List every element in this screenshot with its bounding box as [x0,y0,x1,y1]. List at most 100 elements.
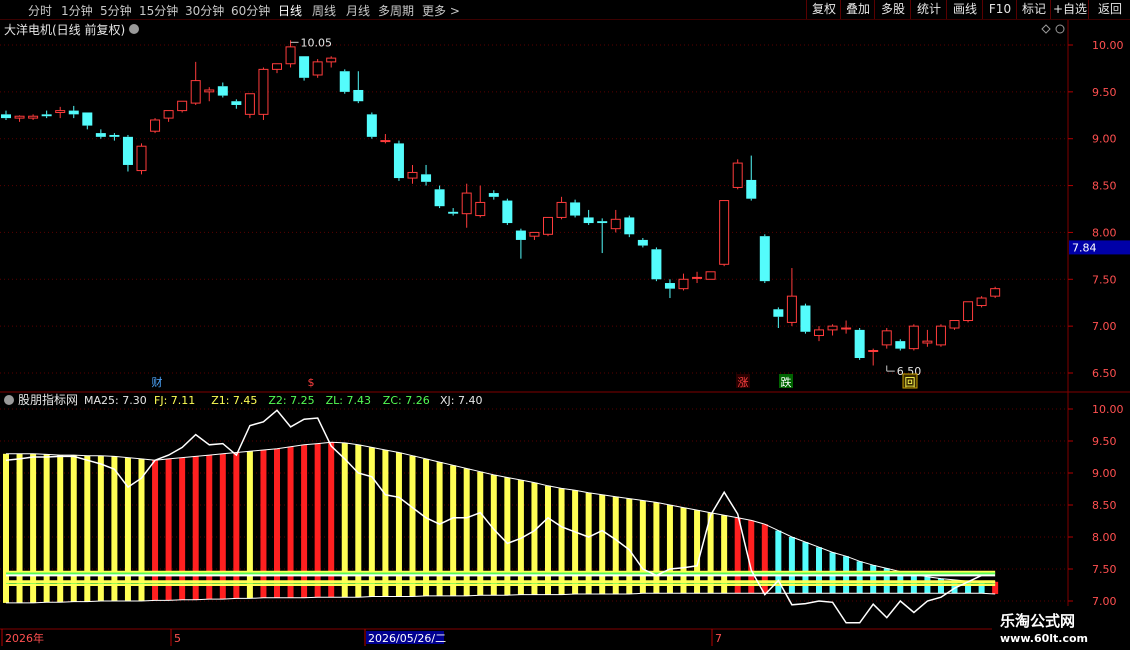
candle-9[interactable] [122,134,133,172]
candle-14[interactable] [190,61,201,105]
timeframe-0[interactable]: 分时 [28,2,52,19]
toolbar-btn-1[interactable]: 叠加 [840,0,875,19]
candle-67[interactable] [908,324,919,351]
ind-price-tick: 10.00 [1092,403,1124,416]
candle-0[interactable] [1,110,11,120]
candle-64[interactable] [868,348,879,366]
candle-44[interactable] [597,218,608,254]
candle-56[interactable] [759,234,770,284]
toolbar-btn-2[interactable]: 多股 [874,0,911,19]
toolbar-btn-3[interactable]: 统计 [910,0,947,19]
candle-22[interactable] [299,56,310,81]
candle-21[interactable] [285,40,296,68]
candle-39[interactable] [529,231,540,240]
candle-13[interactable] [177,100,188,113]
candle-46[interactable] [624,215,635,238]
toolbar-btn-0[interactable]: 复权 [806,0,841,19]
candle-33[interactable] [448,208,459,216]
timeframe-8[interactable]: 月线 [346,2,370,19]
candle-52[interactable] [705,271,716,280]
candle-27[interactable] [366,112,377,139]
candle-59[interactable] [800,303,811,334]
candle-53[interactable] [719,200,730,267]
candle-5[interactable] [68,105,79,119]
candlestick-panel[interactable] [1,40,1001,366]
candle-61[interactable] [827,324,838,336]
candle-25[interactable] [339,69,350,94]
candle-3[interactable] [41,110,52,119]
toolbar-btn-5[interactable]: F10 [982,0,1017,19]
candle-38[interactable] [515,228,526,259]
candle-18[interactable] [244,93,255,119]
candle-45[interactable] [610,209,621,233]
candle-68[interactable] [922,329,933,347]
candle-34[interactable] [461,183,472,228]
candle-32[interactable] [434,185,445,209]
timeframe-10[interactable]: 更多 > [422,2,460,19]
candle-72[interactable] [976,296,987,308]
candle-31[interactable] [421,164,432,186]
candle-51[interactable] [692,271,703,284]
timeframe-2[interactable]: 5分钟 [100,2,132,19]
candle-1[interactable] [14,115,25,122]
candle-35[interactable] [475,185,486,218]
candle-29[interactable] [393,140,404,181]
candle-73[interactable] [990,286,1001,299]
candle-11[interactable] [150,118,161,134]
candle-41[interactable] [556,196,567,220]
candle-26[interactable] [353,71,364,104]
candle-49[interactable] [664,279,675,299]
candle-40[interactable] [543,216,553,237]
timeframe-7[interactable]: 周线 [312,2,336,19]
candle-12[interactable] [163,110,174,122]
candle-23[interactable] [312,59,323,78]
timeframe-4[interactable]: 30分钟 [185,2,224,19]
candle-17[interactable] [231,99,242,109]
candle-16[interactable] [217,82,228,98]
candle-48[interactable] [651,247,662,282]
timeframe-3[interactable]: 15分钟 [139,2,178,19]
candle-47[interactable] [637,238,648,248]
candle-69[interactable] [935,324,946,347]
candle-42[interactable] [570,199,581,218]
toolbar-btn-7[interactable]: +自选 [1050,0,1089,19]
toolbar-btn-6[interactable]: 标记 [1016,0,1051,19]
candle-65[interactable] [881,328,892,349]
candle-70[interactable] [949,320,960,330]
timeframe-1[interactable]: 1分钟 [61,2,93,19]
candle-37[interactable] [502,198,513,225]
candle-63[interactable] [854,328,865,360]
candle-43[interactable] [583,209,594,225]
candle-20[interactable] [272,63,282,74]
toolbar-btn-8[interactable]: 返回 [1088,0,1130,19]
indicator-panel[interactable] [3,409,999,624]
candle-54[interactable] [732,159,743,190]
candle-body [95,133,106,137]
candle-6[interactable] [82,112,93,130]
candle-50[interactable] [678,273,689,291]
candle-58[interactable] [786,268,797,327]
candle-2[interactable] [28,114,39,120]
candle-7[interactable] [95,129,106,139]
event-marker-4: 回 [905,376,916,389]
timeframe-5[interactable]: 60分钟 [231,2,270,19]
candle-8[interactable] [109,133,120,141]
candle-10[interactable] [136,143,147,175]
candle-62[interactable] [841,320,852,334]
candle-15[interactable] [204,87,215,102]
candle-19[interactable] [258,67,269,120]
candle-30[interactable] [407,164,418,184]
candle-4[interactable] [55,106,66,119]
chart-area[interactable]: 10.00 9.50 9.00 8.50 8.00 7.50 7.00 6.50 7.84 10.… [0,20,1130,650]
candle-60[interactable] [814,326,824,342]
candle-57[interactable] [773,307,784,329]
chevron-down-icon [129,24,139,34]
candle-24[interactable] [326,56,337,68]
candle-55[interactable] [746,155,757,201]
timeframe-6[interactable]: 日线 [278,2,302,19]
timeframe-9[interactable]: 多周期 [378,2,414,19]
candle-66[interactable] [895,339,906,351]
toolbar-btn-4[interactable]: 画线 [946,0,983,19]
candle-71[interactable] [963,301,974,323]
candle-36[interactable] [488,190,499,200]
